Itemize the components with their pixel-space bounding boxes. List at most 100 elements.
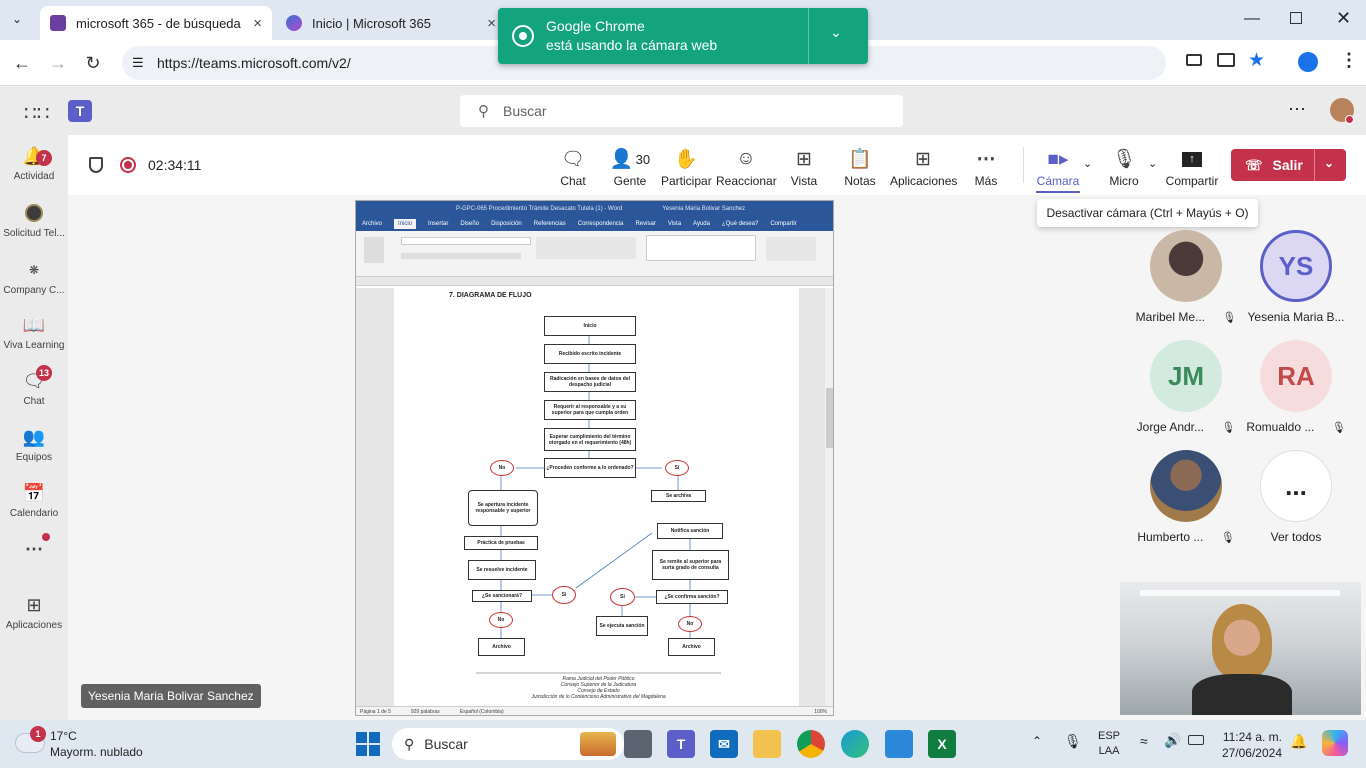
flow-end: Archivo: [668, 638, 715, 656]
participant-tile[interactable]: RA Romualdo ... 🎙: [1241, 340, 1351, 434]
bookmark-star-icon[interactable]: ★: [1248, 49, 1265, 72]
flow-step: Se resuelve incidente: [468, 560, 536, 580]
profile-icon[interactable]: [1298, 52, 1318, 72]
weather-badge: 1: [30, 726, 46, 742]
chat-button[interactable]: 🗨 Chat: [549, 147, 597, 188]
camera-label: Cámara: [1036, 174, 1080, 188]
self-video-preview[interactable]: [1120, 582, 1361, 715]
browser-tab-bing[interactable]: microsoft 365 - de búsqueda ×: [40, 6, 272, 40]
presenter-name: Yesenia Maria Bolivar Sanchez: [88, 689, 254, 703]
taskbar-search-box[interactable]: ⚲ Buscar: [392, 728, 624, 760]
share-button[interactable]: ↑ Compartir: [1164, 147, 1220, 188]
leave-options-chevron-icon[interactable]: ⌄: [1324, 156, 1334, 170]
notes-button[interactable]: 📋 Notas: [840, 147, 880, 188]
minimize-icon[interactable]: —: [1244, 10, 1260, 28]
rail-more-apps[interactable]: ⋯: [0, 533, 68, 560]
participant-tile[interactable]: Humberto ... 🎙: [1131, 450, 1241, 544]
tray-overflow-chevron-icon[interactable]: ⌃: [1032, 734, 1042, 748]
chat-label: Chat: [560, 174, 586, 188]
rail-item-company[interactable]: ❋ Company C...: [0, 259, 68, 296]
rail-item-equipos[interactable]: 👥 Equipos: [0, 426, 68, 464]
excel-icon[interactable]: X: [928, 730, 956, 758]
word-count: 929 palabras: [410, 709, 440, 715]
copilot-icon[interactable]: [1322, 730, 1348, 756]
edge-icon[interactable]: [841, 730, 869, 758]
toast-expand-chevron-icon[interactable]: ⌄: [830, 24, 842, 41]
unread-dot: [42, 533, 50, 541]
microphone-tray-icon[interactable]: 🎙: [1064, 733, 1082, 750]
shield-icon[interactable]: [89, 157, 103, 173]
task-view-icon[interactable]: [624, 730, 652, 758]
rail-item-actividad[interactable]: 🔔 Actividad 7: [0, 145, 68, 183]
mic-options-chevron-icon[interactable]: ⌄: [1148, 157, 1157, 170]
muted-mic-icon: 🎙: [1221, 422, 1236, 434]
close-window-icon[interactable]: ✕: [1336, 8, 1351, 29]
restore-icon[interactable]: [1290, 12, 1302, 24]
muted-mic-icon: 🎙: [1222, 312, 1237, 324]
system-clock[interactable]: 11:24 a. m. 27/06/2024: [1216, 729, 1282, 761]
tab-list-chevron-icon[interactable]: ⌄: [12, 12, 22, 26]
weather-widget[interactable]: 1 17°C Mayorm. nublado: [16, 726, 156, 762]
flow-yes: Si: [665, 460, 689, 476]
rail-item-solicitud[interactable]: Solicitud Tel...: [0, 202, 68, 239]
notification-bell-icon[interactable]: 🔔: [1290, 733, 1307, 750]
participant-tile[interactable]: Maribel Me... 🎙: [1131, 230, 1241, 324]
mic-button[interactable]: 🎙 Micro: [1106, 147, 1142, 188]
leave-button[interactable]: ☏ Salir ⌄: [1231, 149, 1346, 181]
flow-end: Archivo: [478, 638, 525, 656]
volume-icon[interactable]: 🔊: [1164, 732, 1181, 749]
participant-photo: [1150, 230, 1222, 302]
people-button[interactable]: 👤 30 Gente: [604, 147, 656, 188]
close-tab-icon[interactable]: ×: [253, 15, 262, 32]
rail-item-chat[interactable]: 🗨 Chat 13: [0, 365, 68, 407]
teams-search-input[interactable]: ⚲ Buscar: [460, 95, 903, 127]
site-info-icon[interactable]: ☰: [132, 55, 144, 71]
camera-options-chevron-icon[interactable]: ⌄: [1083, 157, 1092, 170]
mail-icon[interactable]: ✉: [710, 730, 738, 758]
remote-desktop-icon[interactable]: [885, 730, 913, 758]
camera-indicator-icon[interactable]: [1186, 54, 1202, 66]
wifi-icon[interactable]: ≈: [1140, 733, 1148, 749]
app-launcher-icon[interactable]: ∷∷: [24, 101, 49, 126]
chrome-menu-icon[interactable]: ⋮: [1340, 50, 1358, 71]
share-label: Compartir: [1165, 174, 1219, 188]
flow-start: Inicio: [544, 316, 636, 336]
view-button[interactable]: ⊞ Vista: [784, 147, 824, 189]
rail-label: Actividad: [13, 171, 55, 182]
raise-hand-button[interactable]: ✋ Participar: [661, 147, 712, 188]
search-highlight-icon: [580, 732, 616, 756]
yahoo-icon: [50, 15, 66, 31]
teams-taskbar-icon[interactable]: T: [667, 730, 695, 758]
reload-icon[interactable]: ↻: [80, 50, 106, 76]
forward-icon[interactable]: →: [45, 50, 71, 76]
rail-item-calendario[interactable]: 📅 Calendario: [0, 482, 68, 520]
settings-more-icon[interactable]: ⋯: [1288, 99, 1306, 120]
rail-label: Equipos: [15, 452, 53, 463]
rail-item-aplicaciones[interactable]: ⊞ Aplicaciones: [0, 594, 68, 632]
participant-tile[interactable]: YS Yesenia Maria B...: [1241, 230, 1351, 324]
battery-icon[interactable]: [1188, 735, 1204, 745]
start-button[interactable]: [356, 732, 380, 756]
view-label: Vista: [790, 174, 818, 188]
chat-badge: 13: [36, 365, 52, 381]
rail-item-viva-learning[interactable]: 📖 Viva Learning: [0, 314, 68, 352]
windows-taskbar: 1 17°C Mayorm. nublado ⚲ Buscar T ✉ X ⌃ …: [0, 720, 1366, 768]
react-button[interactable]: ☺ Reaccionar: [716, 147, 777, 188]
participant-tile[interactable]: JM Jorge Andr... 🎙: [1131, 340, 1241, 434]
clock-time: 11:24 a. m.: [1222, 730, 1282, 744]
browser-tab-m365[interactable]: Inicio | Microsoft 365 ×: [276, 6, 506, 40]
more-button[interactable]: ⋯ Más: [970, 147, 1002, 189]
close-tab-icon[interactable]: ×: [487, 15, 496, 32]
back-icon[interactable]: ←: [9, 50, 35, 76]
apps-button[interactable]: ⊞ Aplicaciones: [890, 147, 957, 189]
camera-button[interactable]: ■▸ Cámara: [1036, 147, 1080, 193]
view-all-participants-button[interactable]: ... Ver todos: [1241, 450, 1351, 544]
install-app-icon[interactable]: [1217, 53, 1235, 67]
language-indicator[interactable]: ESP LAA: [1098, 729, 1120, 759]
webcam-icon: [512, 25, 534, 47]
file-explorer-icon[interactable]: [753, 730, 781, 758]
search-icon: ⚲: [478, 103, 489, 120]
avatar-initials: RA: [1277, 360, 1315, 391]
chrome-icon[interactable]: [797, 730, 825, 758]
flow-yes: Si: [610, 588, 635, 606]
